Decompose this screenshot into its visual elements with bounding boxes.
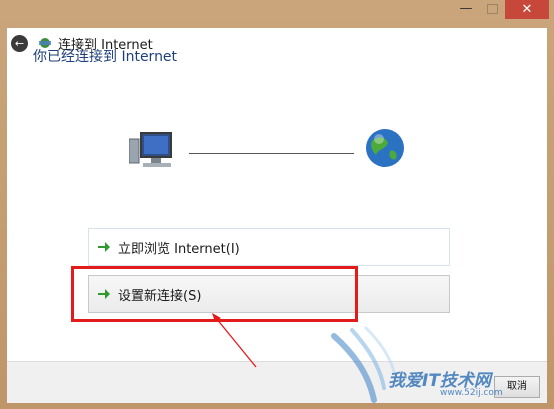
minimize-button[interactable]: — bbox=[453, 0, 479, 19]
green-arrow-icon bbox=[98, 242, 110, 252]
connection-line bbox=[189, 153, 354, 154]
globe-icon bbox=[366, 129, 404, 167]
close-button[interactable]: ✕ bbox=[505, 0, 549, 19]
connected-headline: 你已经连接到 Internet bbox=[33, 49, 178, 65]
annotation-highlight-box bbox=[71, 266, 358, 322]
browse-internet-label: 立即浏览 Internet(I) bbox=[118, 242, 240, 257]
watermark-url: www.52ij.com bbox=[440, 388, 503, 398]
browse-internet-button[interactable]: 立即浏览 Internet(I) bbox=[88, 228, 450, 266]
back-arrow-icon: ← bbox=[14, 37, 25, 50]
dialog-client-area: ← 连接到 Internet bbox=[7, 28, 547, 402]
maximize-button[interactable] bbox=[479, 0, 505, 19]
title-bar[interactable]: — ✕ bbox=[0, 0, 554, 28]
maximize-icon bbox=[487, 4, 498, 14]
computer-icon bbox=[129, 132, 172, 167]
back-button[interactable]: ← bbox=[11, 35, 28, 52]
